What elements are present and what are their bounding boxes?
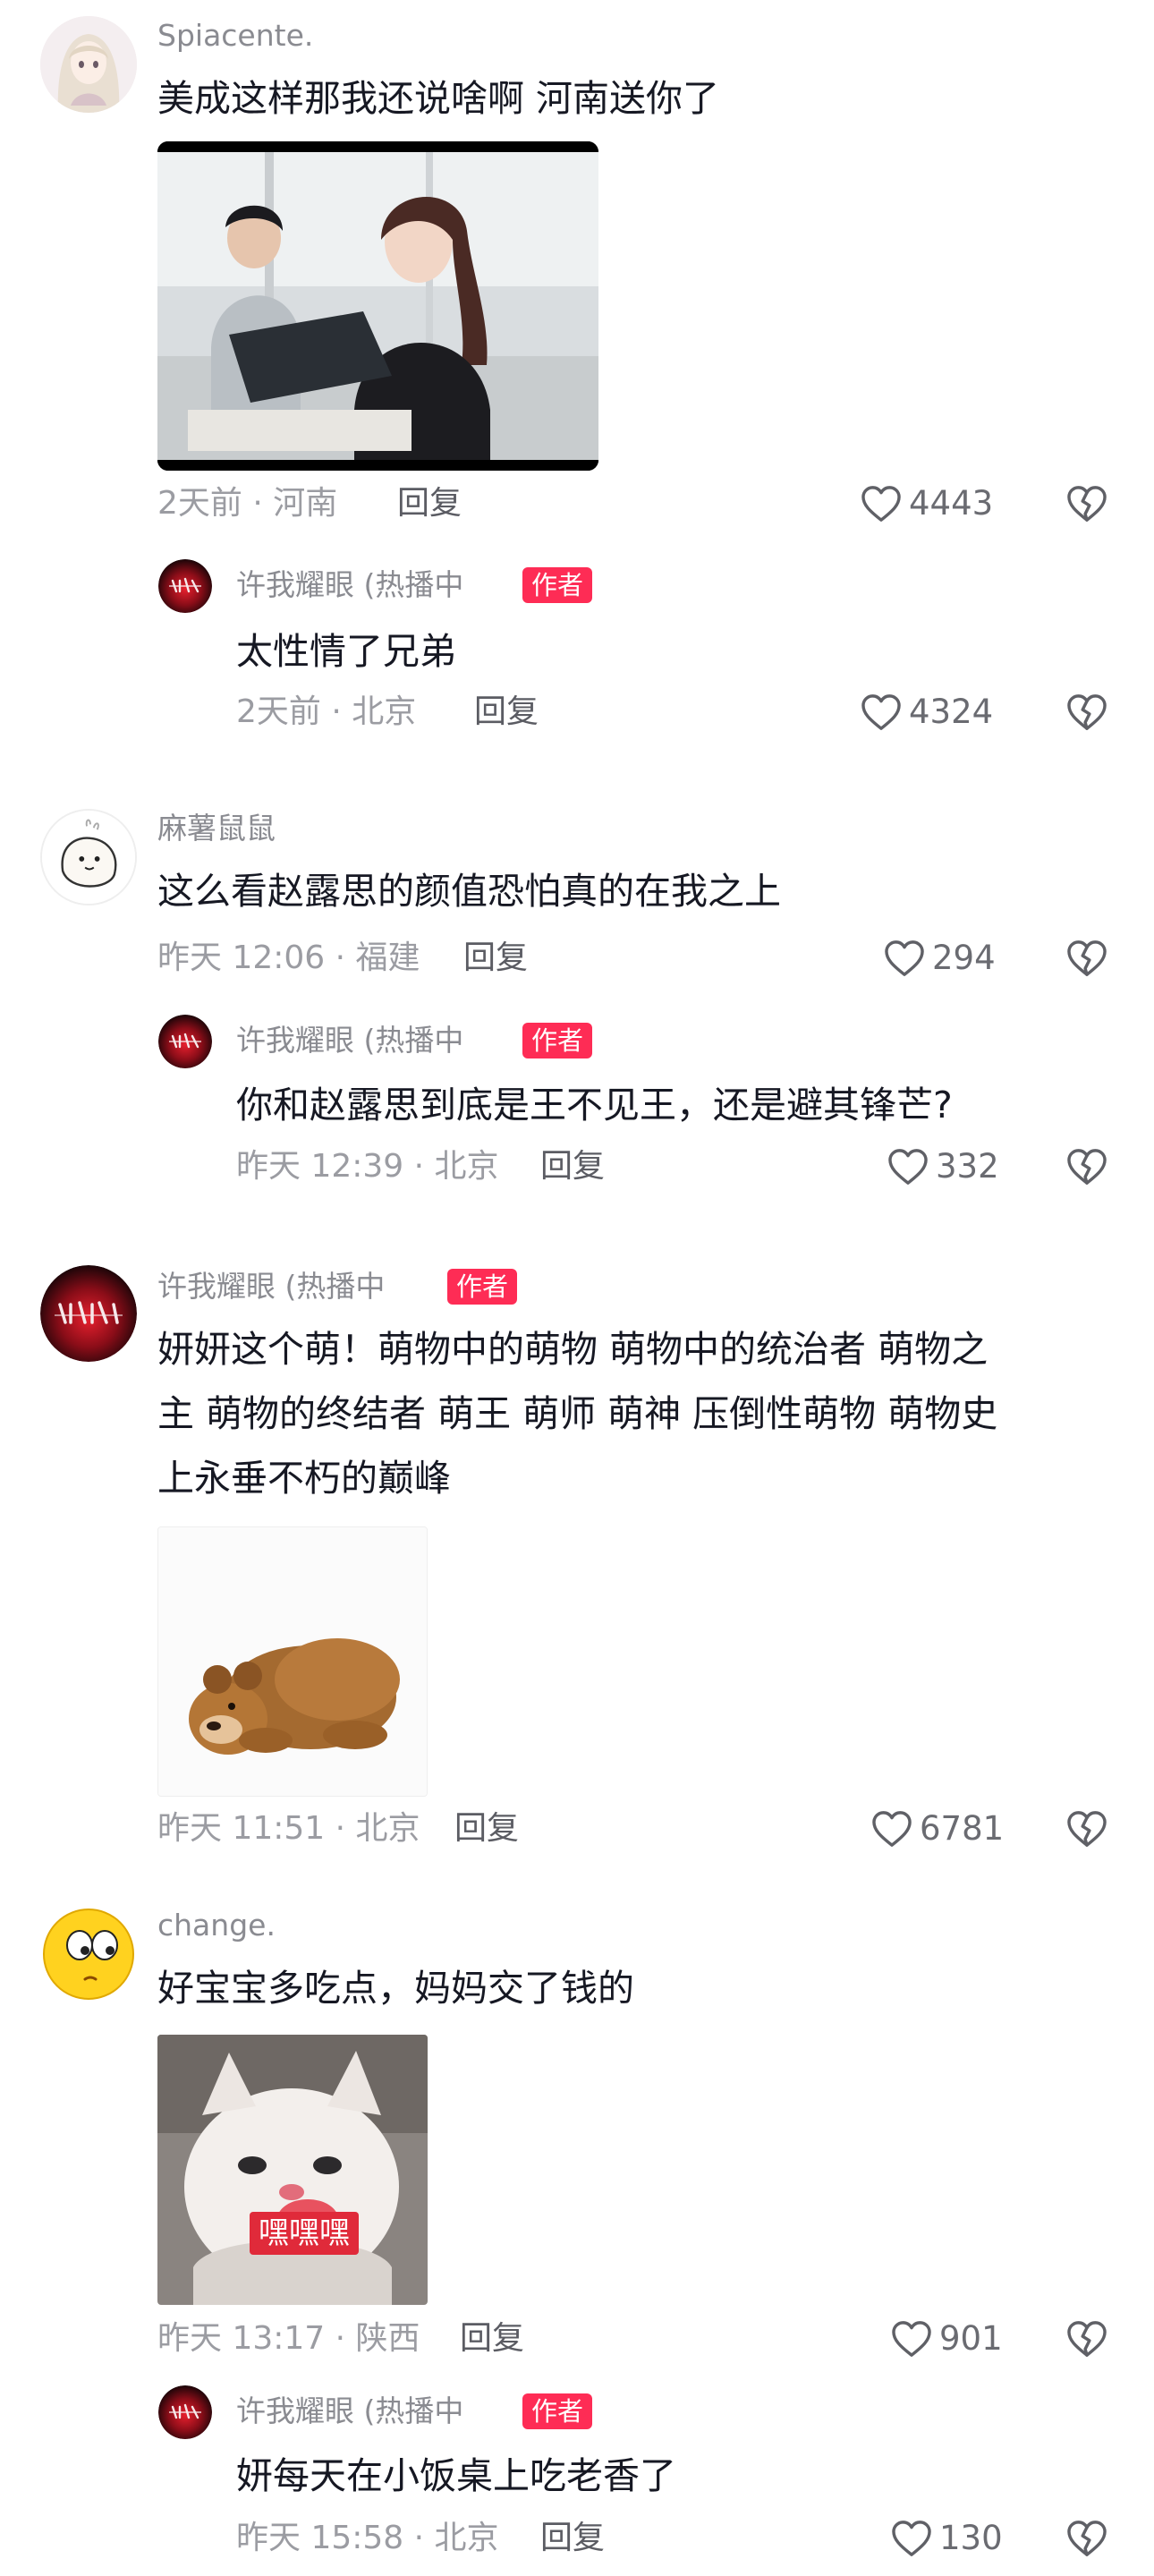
dislike-button[interactable] [1066, 485, 1107, 526]
comment-image[interactable] [157, 141, 598, 471]
dislike-button[interactable] [1066, 693, 1107, 735]
comment-meta: 昨天 11:51 · 北京 [157, 1810, 420, 1847]
dislike-button[interactable] [1066, 1148, 1107, 1189]
avatar-change[interactable] [40, 1904, 137, 2001]
author-logo-avatar-image [158, 2385, 212, 2439]
comment-text: 好宝宝多吃点，妈妈交了钱的 [157, 1967, 634, 2010]
like-button[interactable]: 4324 [861, 687, 993, 737]
like-button[interactable]: 294 [884, 933, 996, 983]
like-button[interactable]: 332 [887, 1142, 999, 1192]
broken-heart-icon [1066, 2320, 1107, 2358]
heart-outline-icon [887, 1148, 929, 1186]
drama-still-image [157, 141, 598, 471]
avatar-mashu[interactable] [40, 809, 137, 905]
yellow-emoji-avatar-image [40, 1904, 137, 2001]
like-count: 4324 [909, 693, 994, 731]
dislike-button[interactable] [1066, 1810, 1107, 1851]
like-button[interactable]: 4443 [861, 479, 993, 529]
reply-button[interactable]: 回复 [474, 693, 539, 732]
comment-sticker[interactable] [157, 1526, 428, 1797]
comment-sticker[interactable]: 嘿嘿嘿 [157, 2035, 428, 2305]
comment-meta: 2天前 · 河南 [157, 485, 338, 522]
comment-text-line: 妍妍这个萌！萌物中的萌物 萌物中的统治者 萌物之 [157, 1328, 989, 1371]
reply-username[interactable]: 许我耀眼 (热播中 [236, 2393, 463, 2429]
reply-button[interactable]: 回复 [454, 1809, 519, 1849]
comment-username[interactable]: change. [157, 1908, 276, 1943]
avatar-author[interactable] [158, 1015, 212, 1068]
author-logo-avatar-image [158, 1015, 212, 1068]
avatar-author[interactable] [158, 559, 212, 613]
broken-heart-icon [1066, 939, 1107, 977]
like-button[interactable]: 901 [891, 2314, 1003, 2364]
bear-sticker-image [158, 1527, 427, 1796]
comment-text-line: 上永垂不朽的巅峰 [157, 1457, 451, 1500]
heart-outline-icon [891, 2520, 932, 2557]
comment-text-line: 主 萌物的终结者 萌王 萌师 萌神 压倒性萌物 萌物史 [157, 1392, 998, 1435]
reply-button[interactable]: 回复 [540, 2519, 605, 2558]
reply-text: 妍每天在小饭桌上吃老香了 [236, 2454, 676, 2497]
comment-text: 美成这样那我还说啥啊 河南送你了 [157, 77, 720, 120]
avatar-author[interactable] [40, 1265, 137, 1362]
reply-meta: 昨天 12:39 · 北京 [236, 1148, 499, 1185]
author-logo-avatar-image [40, 1265, 137, 1362]
cartoon-blob-avatar-image [42, 811, 135, 904]
comment-username[interactable]: 许我耀眼 (热播中 [157, 1269, 385, 1305]
heart-outline-icon [871, 1810, 912, 1848]
comment-meta: 昨天 13:17 · 陕西 [157, 2320, 420, 2357]
reply-meta: 2天前 · 北京 [236, 693, 417, 730]
reply-button[interactable]: 回复 [460, 2319, 524, 2359]
dislike-button[interactable] [1066, 939, 1107, 981]
anime-girl-avatar-image [40, 16, 137, 113]
dislike-button[interactable] [1066, 2520, 1107, 2561]
author-badge: 作者 [522, 1023, 593, 1058]
reply-meta: 昨天 15:58 · 北京 [236, 2520, 499, 2556]
broken-heart-icon [1066, 693, 1107, 731]
author-badge: 作者 [447, 1269, 518, 1305]
reply-username[interactable]: 许我耀眼 (热播中 [236, 567, 463, 603]
broken-heart-icon [1066, 485, 1107, 523]
reply-text: 太性情了兄弟 [236, 630, 456, 673]
author-logo-avatar-image [158, 559, 212, 613]
heart-outline-icon [891, 2320, 932, 2358]
reply-username[interactable]: 许我耀眼 (热播中 [236, 1023, 463, 1058]
like-count: 4443 [909, 484, 994, 523]
heart-outline-icon [861, 693, 902, 731]
broken-heart-icon [1066, 1148, 1107, 1186]
comment-username[interactable]: Spiacente. [157, 18, 313, 54]
avatar-author[interactable] [158, 2385, 212, 2439]
comment-username[interactable]: 麻薯鼠鼠 [157, 811, 276, 846]
dislike-button[interactable] [1066, 2320, 1107, 2361]
comment-text: 这么看赵露思的颜值恐怕真的在我之上 [157, 870, 781, 913]
reply-button[interactable]: 回复 [540, 1147, 605, 1186]
like-button[interactable]: 6781 [871, 1804, 1004, 1854]
avatar-spiacente[interactable] [40, 16, 137, 113]
heart-outline-icon [861, 485, 902, 523]
like-count: 901 [939, 2319, 1003, 2358]
like-count: 130 [939, 2519, 1003, 2557]
heart-outline-icon [884, 939, 925, 977]
author-badge: 作者 [522, 2393, 593, 2429]
broken-heart-icon [1066, 1810, 1107, 1848]
author-badge: 作者 [522, 567, 593, 603]
comment-meta: 昨天 12:06 · 福建 [157, 939, 420, 976]
like-count: 294 [932, 939, 996, 977]
reply-button[interactable]: 回复 [463, 939, 528, 978]
like-count: 6781 [920, 1809, 1005, 1848]
reply-text: 你和赵露思到底是王不见王，还是避其锋芒? [236, 1084, 953, 1126]
like-count: 332 [936, 1147, 999, 1186]
broken-heart-icon [1066, 2520, 1107, 2557]
like-button[interactable]: 130 [891, 2513, 1003, 2563]
reply-button[interactable]: 回复 [397, 484, 462, 523]
kitten-sticker-image [157, 2035, 428, 2305]
sticker-caption: 嘿嘿嘿 [250, 2212, 359, 2255]
